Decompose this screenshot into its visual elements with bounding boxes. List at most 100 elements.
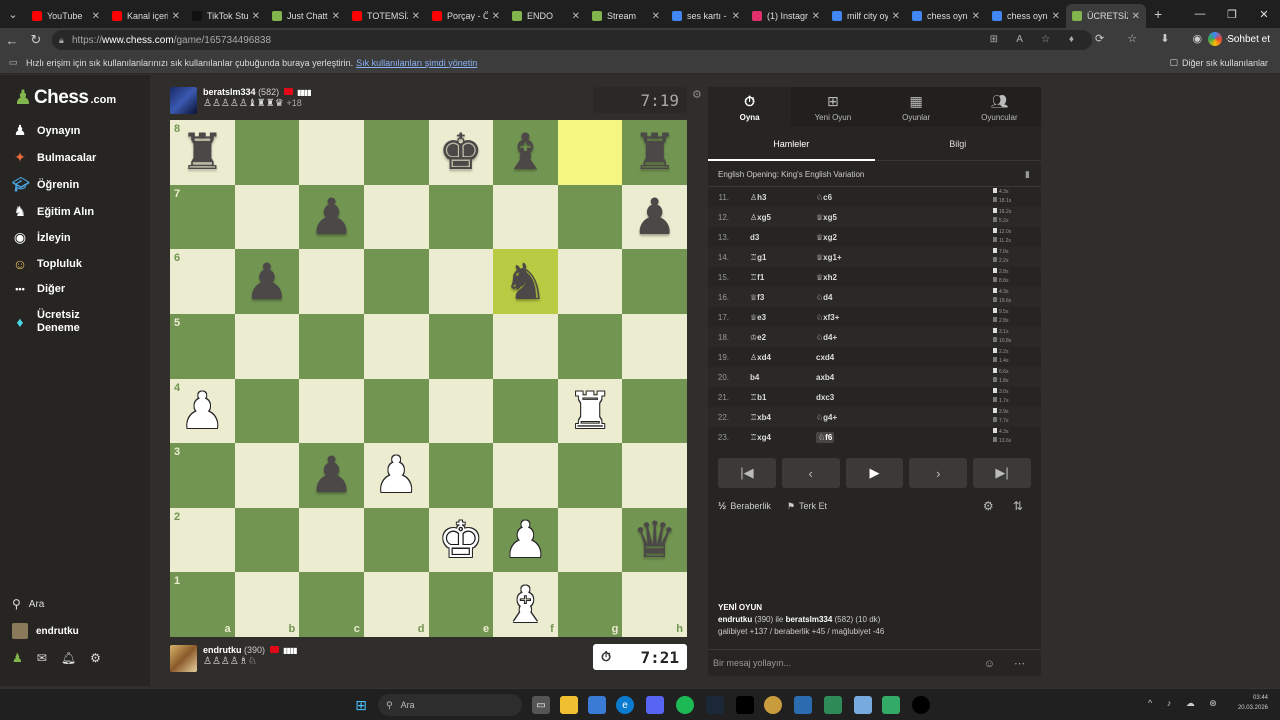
obs-icon[interactable] (912, 696, 930, 714)
black-move[interactable]: ♘xf3+ (816, 313, 839, 322)
square-e7[interactable] (428, 184, 494, 250)
white-pawn-piece[interactable]: ♟ (180, 386, 225, 436)
square-h1[interactable]: h (622, 572, 687, 637)
capcut-icon[interactable] (736, 696, 754, 714)
browser-tab[interactable]: TOTEMSİZ ✕ (346, 4, 426, 28)
draw-button[interactable]: ½ Beraberlik (718, 501, 771, 512)
maximize-button[interactable]: ❐ (1216, 0, 1248, 28)
minimize-button[interactable]: — (1184, 0, 1216, 28)
tab-plus[interactable]: ⊞ Yeni Oyun (791, 87, 874, 127)
black-move[interactable]: axb4 (816, 373, 834, 382)
black-move[interactable]: ♕xg5 (816, 213, 837, 222)
black-king-piece[interactable]: ♚ (438, 127, 483, 177)
store-icon[interactable] (588, 696, 606, 714)
black-move[interactable]: dxc3 (816, 393, 834, 402)
white-move[interactable]: ♖xb4 (750, 413, 771, 422)
tab-stopwatch[interactable]: ⏱ Oyna (708, 87, 792, 127)
black-bishop-piece[interactable]: ♝ (503, 127, 548, 177)
close-tab-icon[interactable]: ✕ (412, 11, 420, 22)
chat-input[interactable]: Bir mesaj yollayın... ☺ ⋯ (708, 649, 1041, 676)
white-move[interactable]: ♔e2 (750, 333, 766, 342)
square-c2[interactable] (299, 507, 364, 573)
square-c4[interactable] (299, 378, 364, 444)
white-move[interactable]: ♖g1 (750, 253, 767, 262)
square-f7[interactable] (493, 184, 558, 250)
square-h2[interactable]: ♛ (622, 507, 687, 573)
close-tab-icon[interactable]: ✕ (1132, 11, 1140, 22)
spotify-icon[interactable] (676, 696, 694, 714)
white-pawn-piece[interactable]: ♟ (374, 450, 419, 500)
square-f2[interactable]: ♟ (493, 507, 558, 573)
file-explorer-icon[interactable] (560, 696, 578, 714)
next-move-button[interactable]: › (909, 458, 968, 488)
square-h6[interactable] (622, 249, 687, 314)
black-move[interactable]: ♘c6 (816, 193, 832, 202)
white-move[interactable]: ♙h3 (750, 193, 767, 202)
sidebar-item-6[interactable]: ••• Diğer (12, 283, 65, 295)
messages-icon[interactable]: ✉ (37, 651, 47, 665)
close-tab-icon[interactable]: ✕ (812, 11, 820, 22)
square-d5[interactable] (363, 313, 429, 379)
chat-icons[interactable]: ☺ ⋯ (984, 657, 1033, 670)
browser-tab[interactable]: Stream ✕ (586, 4, 666, 28)
steam-icon[interactable] (706, 696, 724, 714)
taskbar-search[interactable]: ⚲ Ara (378, 694, 522, 716)
url-action-icons[interactable]: ⊞ A ☆ ♦ (990, 34, 1082, 45)
browser-tab[interactable]: YouTube ✕ (26, 4, 106, 28)
white-move[interactable]: b4 (750, 373, 759, 382)
square-g2[interactable] (557, 507, 623, 573)
chess-logo[interactable]: ♟ Chess .com (14, 85, 116, 110)
square-g1[interactable]: g (557, 572, 623, 637)
close-tab-icon[interactable]: ✕ (92, 11, 100, 22)
square-f4[interactable] (493, 378, 558, 444)
black-move[interactable]: ♕xg2 (816, 233, 837, 242)
browser-tab[interactable]: Porçay - Ö ✕ (426, 4, 506, 28)
top-player-name[interactable]: beratslm334 (203, 87, 256, 97)
square-e3[interactable] (428, 443, 494, 508)
notifications-icon[interactable]: 🔔︎ (61, 651, 76, 665)
browser-tab[interactable]: (1) Instagra ✕ (746, 4, 826, 28)
square-a1[interactable]: 1a (170, 572, 235, 637)
square-f6[interactable]: ♞ (493, 249, 558, 314)
square-a3[interactable]: 3 (170, 443, 235, 508)
discord-icon[interactable] (646, 696, 664, 714)
app-icon[interactable] (824, 696, 842, 714)
sidebar-item-3[interactable]: ♞ Eğitim Alın (12, 203, 94, 220)
square-g4[interactable]: ♜ (557, 378, 623, 444)
close-tab-icon[interactable]: ✕ (652, 11, 660, 22)
square-a8[interactable]: 8 ♜ (170, 120, 235, 185)
tab-users[interactable]: 👥︎ Oyuncular (958, 87, 1041, 127)
first-move-button[interactable]: |◀ (718, 458, 776, 488)
close-window-button[interactable]: ✕ (1248, 0, 1280, 28)
browser-tab[interactable]: ENDO ✕ (506, 4, 586, 28)
system-tray-icons[interactable]: ^ ♪ ☁ ⊛ (1148, 698, 1223, 709)
black-move[interactable]: ♘d4 (816, 293, 833, 302)
square-e2[interactable]: ♚ (428, 507, 494, 573)
white-move[interactable]: ♕e3 (750, 313, 766, 322)
edge-icon[interactable]: e (616, 696, 634, 714)
white-move[interactable]: ♖xg4 (750, 433, 771, 442)
white-move[interactable]: ♖f1 (750, 273, 764, 282)
white-move[interactable]: ♙xd4 (750, 353, 771, 362)
new-tab-button[interactable]: + (1146, 6, 1170, 22)
sidebar-search[interactable]: ⚲ Ara (12, 597, 44, 611)
system-clock[interactable]: 03:44 20.03.2026 (1238, 693, 1268, 713)
square-h4[interactable] (622, 378, 687, 444)
play-button[interactable]: ▶ (845, 458, 904, 488)
settings-gear-icon[interactable]: ⚙ (90, 651, 101, 665)
square-b7[interactable] (234, 184, 300, 250)
black-knight-piece[interactable]: ♞ (503, 257, 548, 307)
square-b5[interactable] (234, 313, 300, 379)
square-a2[interactable]: 2 (170, 507, 235, 573)
square-b4[interactable] (234, 378, 300, 444)
sidebar-item-7[interactable]: ♦ Ücretsiz Deneme (12, 309, 87, 335)
square-h3[interactable] (622, 443, 687, 508)
square-a7[interactable]: 7 (170, 184, 235, 250)
square-f8[interactable]: ♝ (493, 120, 558, 185)
tab-board[interactable]: ▦ Oyunlar (875, 87, 958, 127)
browser-tab[interactable]: Kanal içeriği ✕ (106, 4, 186, 28)
square-f5[interactable] (493, 313, 558, 379)
browser-tab[interactable]: ÜCRETSİZ C ✕ (1066, 4, 1146, 28)
top-player-avatar[interactable] (170, 87, 197, 114)
close-tab-icon[interactable]: ✕ (892, 11, 900, 22)
